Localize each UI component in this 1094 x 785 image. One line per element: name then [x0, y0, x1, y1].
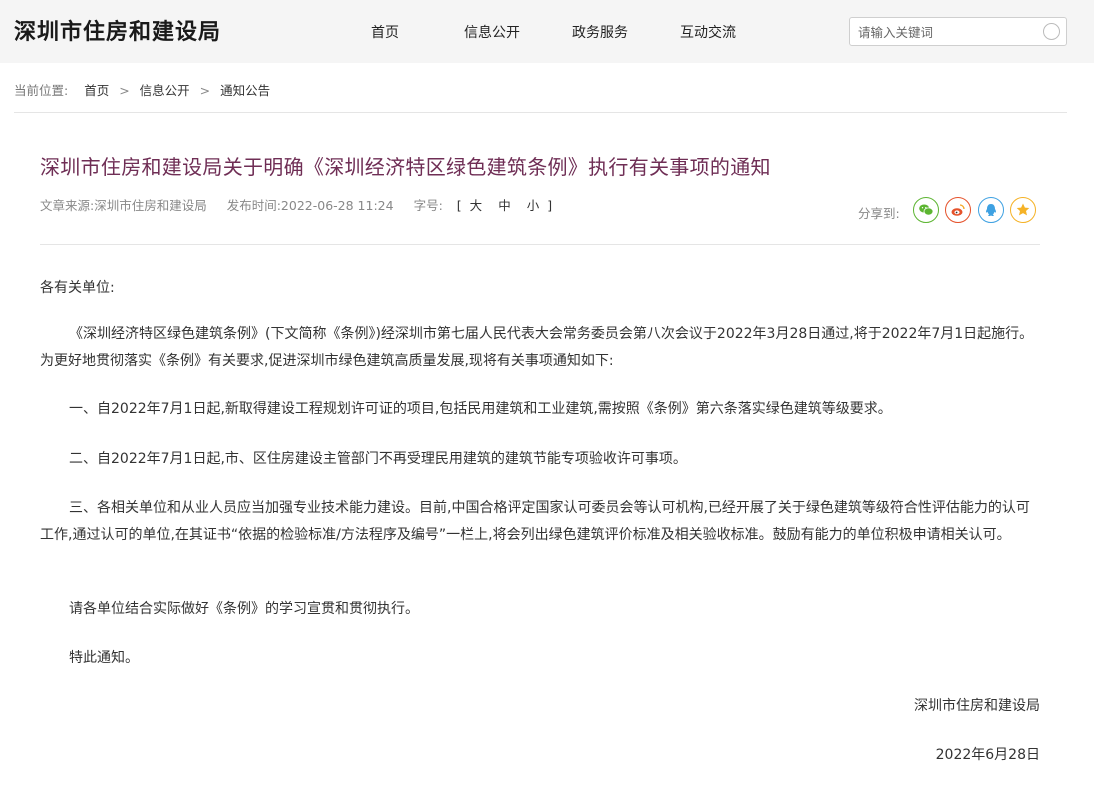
font-size-small-button[interactable]: 小: [527, 195, 540, 214]
signature: 深圳市住房和建设局: [914, 698, 1040, 714]
search-box: [849, 17, 1067, 46]
share-label: 分享到:: [858, 206, 900, 221]
font-size-medium-button[interactable]: 中: [498, 195, 511, 214]
breadcrumb: 当前位置: 首页 > 信息公开 > 通知公告: [14, 80, 270, 99]
font-size-large-button[interactable]: 大: [470, 195, 483, 214]
font-size-control: [ 大中小]: [457, 195, 552, 214]
qq-icon: [986, 204, 996, 217]
salutation: 各有关单位:: [40, 280, 115, 296]
divider: [14, 112, 1067, 113]
article-publish-time: 发布时间:2022-06-28 11:24: [226, 198, 394, 213]
site-title[interactable]: 深圳市住房和建设局: [14, 14, 221, 46]
breadcrumb-separator: >: [119, 83, 130, 98]
share-wechat-button[interactable]: [913, 197, 939, 223]
nav-item-info-disclosure[interactable]: 信息公开: [464, 22, 520, 42]
nav-item-home[interactable]: 首页: [371, 22, 399, 42]
search-icon[interactable]: [1043, 23, 1060, 40]
share-qzone-button[interactable]: [1010, 197, 1036, 223]
nav-item-interaction[interactable]: 互动交流: [680, 22, 736, 42]
breadcrumb-info-disclosure[interactable]: 信息公开: [140, 83, 190, 98]
search-input[interactable]: [858, 22, 1038, 42]
signature-date: 2022年6月28日: [935, 747, 1040, 763]
paragraph: 三、各相关单位和从业人员应当加强专业技术能力建设。目前,中国合格评定国家认可委员…: [40, 500, 1030, 543]
share-qq-button[interactable]: [978, 197, 1004, 223]
font-size-label: 字号:: [413, 198, 443, 213]
weibo-icon: [951, 204, 965, 216]
share-weibo-button[interactable]: [945, 197, 971, 223]
font-size-bracket-open: [: [456, 198, 462, 213]
paragraph: 特此通知。: [69, 650, 139, 666]
site-header: 深圳市住房和建设局 首页 信息公开 政务服务 互动交流: [0, 0, 1094, 63]
wechat-icon: [919, 204, 934, 216]
article-source: 文章来源:深圳市住房和建设局: [40, 198, 207, 213]
paragraph: 《深圳经济特区绿色建筑条例》(下文简称《条例》)经深圳市第七届人民代表大会常务委…: [40, 326, 1034, 369]
font-size-bracket-close: ]: [547, 198, 553, 213]
article-meta: 文章来源:深圳市住房和建设局 发布时间:2022-06-28 11:24 字号: […: [40, 195, 552, 214]
paragraph: 二、自2022年7月1日起,市、区住房建设主管部门不再受理民用建筑的建筑节能专项…: [69, 451, 687, 467]
article-title: 深圳市住房和建设局关于明确《深圳经济特区绿色建筑条例》执行有关事项的通知: [40, 155, 771, 179]
breadcrumb-prefix: 当前位置:: [14, 83, 69, 98]
star-icon: [1016, 203, 1030, 216]
nav-item-gov-services[interactable]: 政务服务: [572, 22, 628, 42]
paragraph: 一、自2022年7月1日起,新取得建设工程规划许可证的项目,包括民用建筑和工业建…: [69, 401, 892, 417]
breadcrumb-separator: >: [199, 83, 211, 98]
divider: [40, 244, 1040, 245]
breadcrumb-notices[interactable]: 通知公告: [220, 83, 270, 98]
paragraph: 请各单位结合实际做好《条例》的学习宣贯和贯彻执行。: [69, 601, 419, 617]
breadcrumb-home[interactable]: 首页: [84, 83, 109, 98]
